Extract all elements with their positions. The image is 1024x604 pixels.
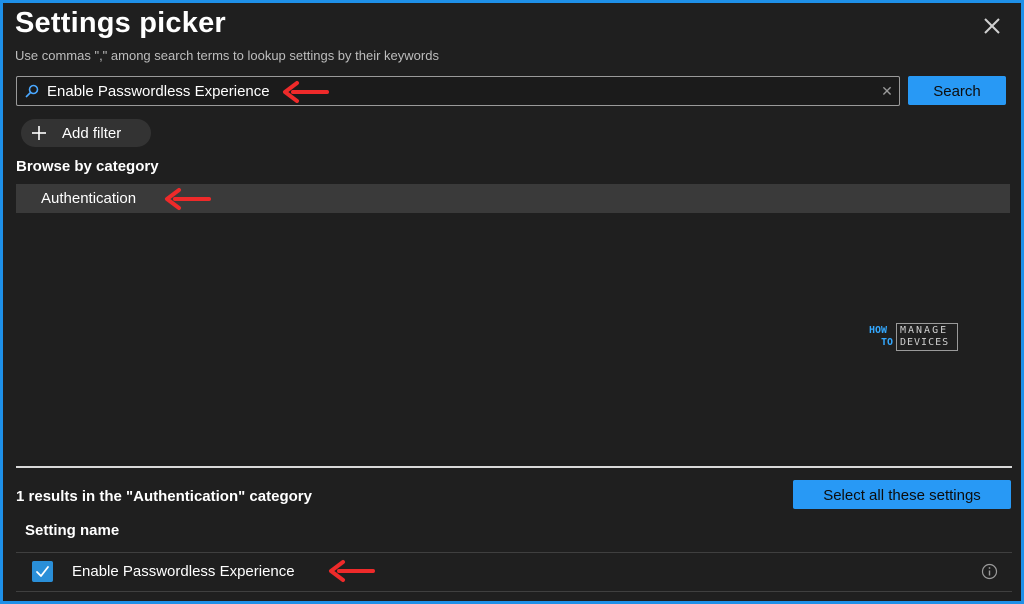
category-label: Authentication [41, 190, 137, 207]
setting-checkbox[interactable] [32, 561, 53, 582]
add-filter-button[interactable]: Add filter [21, 119, 151, 147]
logo-text-how: HOW [869, 325, 888, 336]
column-header-setting-name: Setting name [25, 522, 120, 539]
row-divider [16, 591, 1012, 592]
settings-picker-panel: Settings picker Use commas "," among sea… [0, 0, 1024, 604]
clear-icon[interactable]: ✕ [879, 83, 895, 99]
panel-title: Settings picker [15, 7, 226, 39]
search-icon [25, 84, 39, 98]
search-button[interactable]: Search [908, 76, 1006, 105]
plus-icon [32, 126, 46, 140]
browse-by-category-label: Browse by category [16, 158, 159, 175]
red-arrow-icon [329, 560, 375, 582]
table-row[interactable]: Enable Passwordless Experience [16, 553, 1012, 591]
setting-name: Enable Passwordless Experience [72, 563, 295, 580]
logo-text-to: TO [881, 337, 894, 348]
results-summary: 1 results in the "Authentication" catego… [16, 488, 312, 505]
panel-subtitle: Use commas "," among search terms to loo… [15, 48, 439, 63]
red-arrow-icon [165, 188, 211, 210]
close-icon[interactable] [981, 15, 1003, 37]
checkmark-icon [36, 566, 49, 577]
info-icon[interactable] [981, 563, 998, 580]
logo-text-devices: DEVICES [900, 337, 950, 348]
select-all-button[interactable]: Select all these settings [793, 480, 1011, 509]
red-arrow-icon [283, 81, 329, 103]
add-filter-label: Add filter [62, 125, 122, 142]
search-input[interactable] [47, 81, 847, 101]
logo-text-manage: MANAGE [900, 325, 949, 336]
section-divider [16, 466, 1012, 468]
search-box: ✕ [16, 76, 900, 106]
